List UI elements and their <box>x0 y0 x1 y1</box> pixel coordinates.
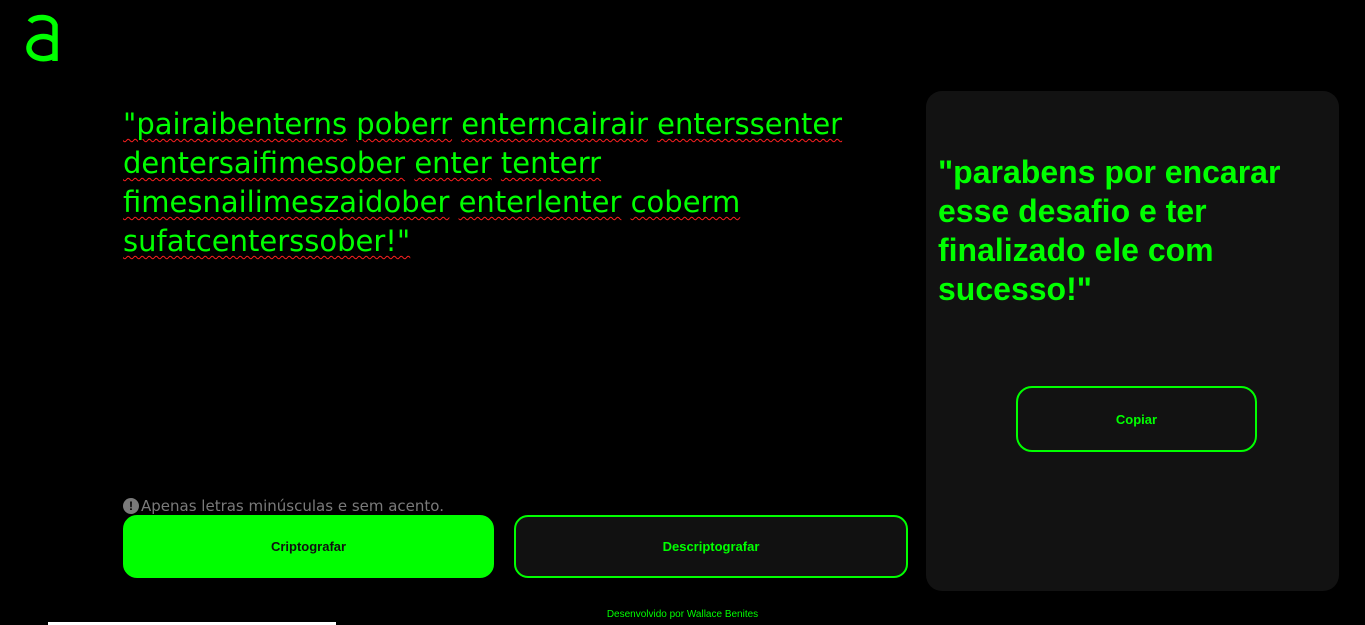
input-word: enterssenter <box>657 107 843 141</box>
input-word: tenterr <box>500 146 602 180</box>
input-word: "pairaibenterns <box>123 107 348 141</box>
copy-button-label: Copiar <box>1115 411 1158 427</box>
text-input[interactable]: "pairaibenterns poberr enterncairair ent… <box>123 105 843 465</box>
input-word: enterlenter <box>458 185 622 219</box>
exclamation-circle-icon: ! <box>123 498 139 514</box>
input-hint: ! Apenas letras minúsculas e sem acento. <box>123 496 444 516</box>
input-word: poberr <box>356 107 453 141</box>
hint-text: Apenas letras minúsculas e sem acento. <box>141 497 444 515</box>
output-panel: "parabens por encarar esse desafio e ter… <box>926 91 1339 591</box>
footer-credit: Desenvolvido por Wallace Benites <box>606 609 759 620</box>
input-word: enterncairair <box>461 107 648 141</box>
encrypt-button[interactable]: Criptografar <box>123 515 494 578</box>
decrypt-button-label: Descriptografar <box>662 539 760 554</box>
input-word: enter <box>414 146 492 180</box>
output-text: "parabens por encarar esse desafio e ter… <box>938 154 1281 307</box>
logo-icon <box>24 12 62 64</box>
input-word: sufatcenterssober!" <box>123 224 411 258</box>
input-word: coberm <box>630 185 741 219</box>
encrypt-button-label: Criptografar <box>270 539 347 554</box>
input-word: fimesnailimeszaidober <box>123 185 450 219</box>
copy-button[interactable]: Copiar <box>1016 386 1257 452</box>
decrypt-button[interactable]: Descriptografar <box>514 515 908 578</box>
input-word: dentersaifimesober <box>123 146 406 180</box>
